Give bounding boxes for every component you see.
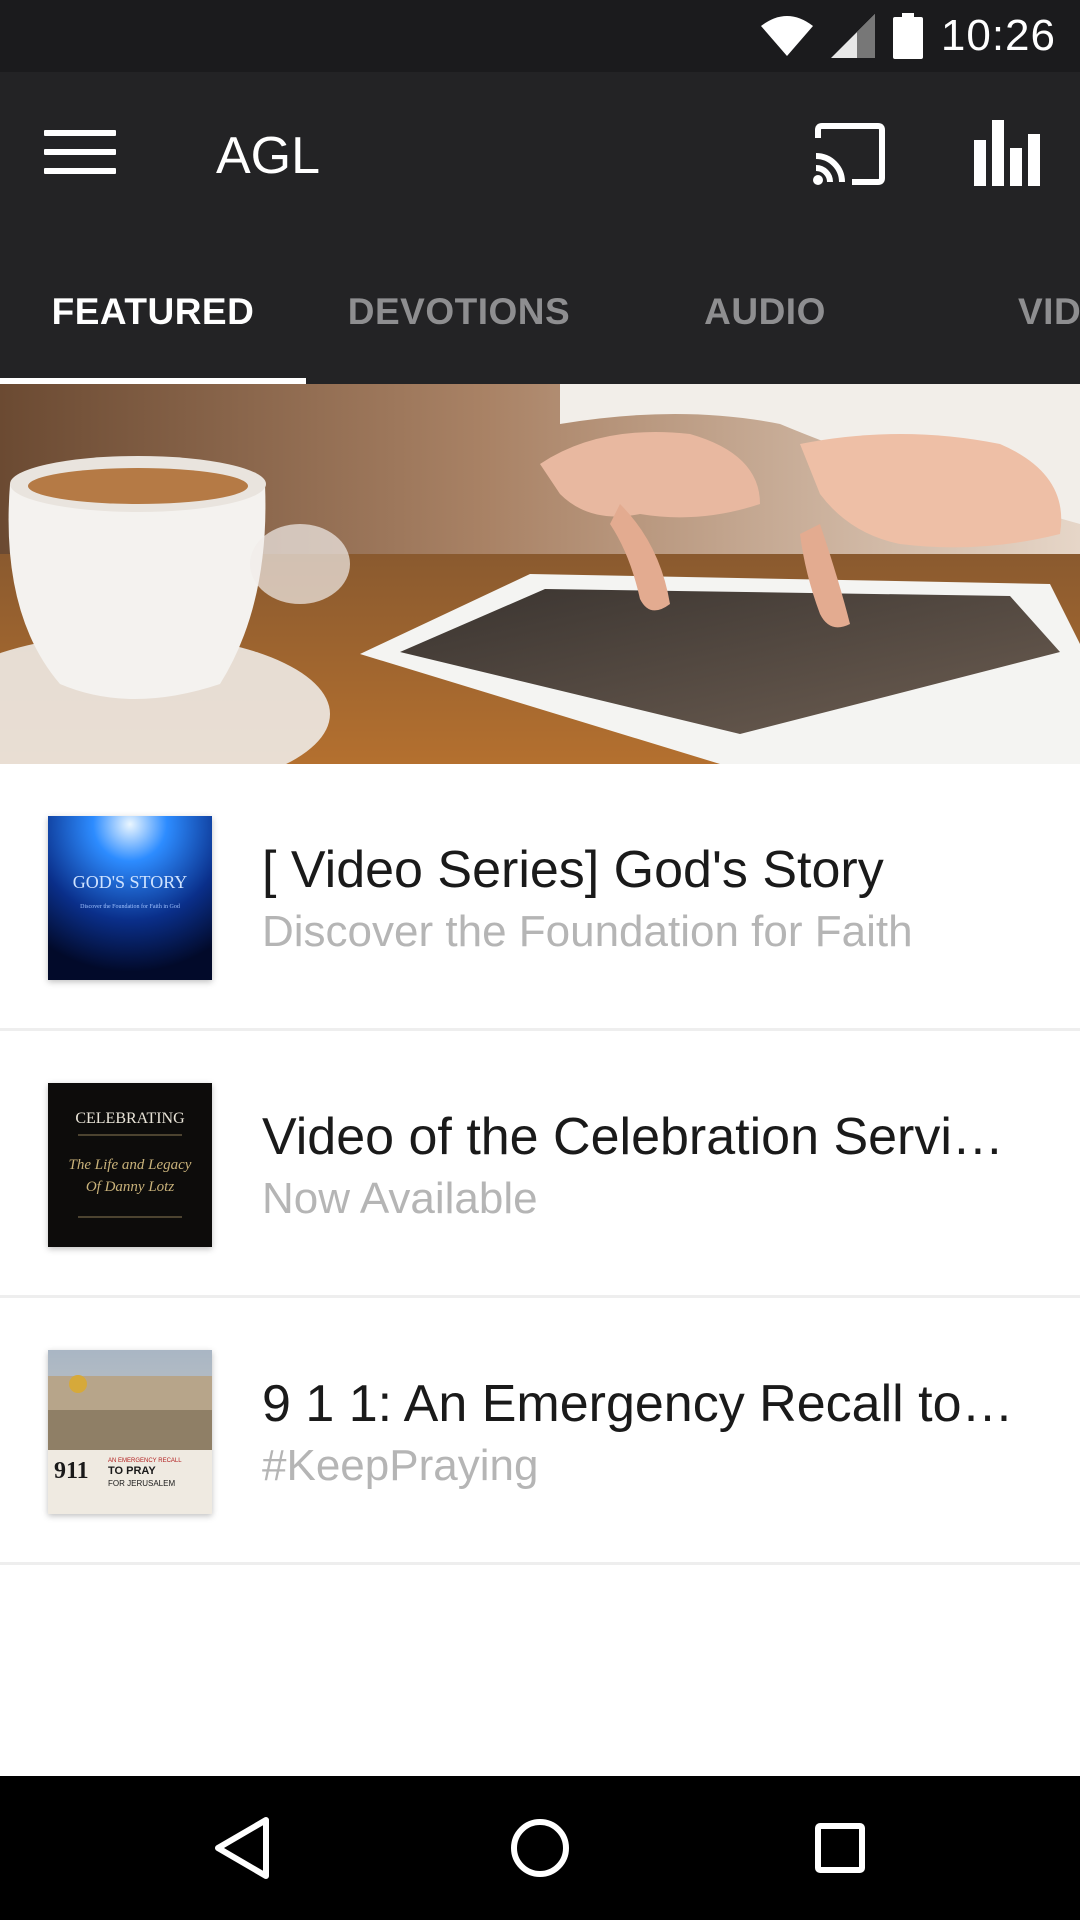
jerusalem-thumbnail: 911 AN EMERGENCY RECALL TO PRAY FOR JERU…	[48, 1350, 212, 1514]
featured-list: GOD'S STORY Discover the Foundation for …	[0, 764, 1080, 1565]
system-nav-bar	[0, 1776, 1080, 1920]
home-button[interactable]	[504, 1812, 576, 1884]
menu-button[interactable]	[44, 130, 116, 182]
thumb-line1: AN EMERGENCY RECALL	[108, 1458, 182, 1464]
app-bar: AGL	[0, 72, 1080, 240]
thumb-heading: GOD'S STORY	[73, 872, 187, 892]
back-button[interactable]	[206, 1812, 278, 1884]
tab-devotions[interactable]: DEVOTIONS	[306, 240, 612, 384]
list-item[interactable]: 911 AN EMERGENCY RECALL TO PRAY FOR JERU…	[0, 1298, 1080, 1565]
item-subtitle: Now Available	[262, 1174, 538, 1223]
cast-button[interactable]	[812, 122, 888, 186]
battery-icon	[892, 13, 923, 59]
thumb-heading: CELEBRATING	[75, 1110, 185, 1127]
recents-button[interactable]	[804, 1812, 876, 1884]
celebration-thumbnail: CELEBRATING The Life and Legacy Of Danny…	[48, 1083, 212, 1247]
back-icon	[215, 1817, 269, 1879]
thumb-line3: FOR JERUSALEM	[108, 1479, 175, 1488]
thumb-number: 911	[54, 1458, 89, 1484]
cell-signal-icon	[830, 14, 875, 58]
tab-audio[interactable]: AUDIO	[612, 240, 918, 384]
wifi-icon	[760, 16, 813, 56]
item-title: 9 1 1: An Emergency Recall to…	[262, 1375, 1014, 1433]
thumb-line2: TO PRAY	[108, 1465, 156, 1477]
list-item[interactable]: GOD'S STORY Discover the Foundation for …	[0, 764, 1080, 1031]
tab-video[interactable]: VIDEO	[1012, 240, 1080, 384]
status-icons: 10:26	[760, 0, 1056, 72]
cast-icon	[813, 123, 885, 185]
gods-story-thumbnail: GOD'S STORY Discover the Foundation for …	[48, 816, 212, 980]
item-title: Video of the Celebration Servi…	[262, 1108, 1004, 1166]
stats-button[interactable]	[972, 120, 1042, 186]
app-title: AGL	[216, 127, 321, 185]
home-icon	[511, 1819, 569, 1877]
stats-icon	[974, 120, 1040, 186]
thumb-caption: Discover the Foundation for Faith in God	[80, 903, 180, 910]
item-subtitle: #KeepPraying	[262, 1441, 539, 1490]
item-subtitle: Discover the Foundation for Faith	[262, 907, 913, 956]
tab-featured[interactable]: FEATURED	[0, 240, 306, 384]
tab-bar: FEATURED DEVOTIONS AUDIO VIDEO	[0, 240, 1080, 384]
thumb-line2: Of Danny Lotz	[86, 1179, 175, 1195]
clock: 10:26	[940, 11, 1056, 60]
featured-hero-image[interactable]	[0, 384, 1080, 764]
menu-icon	[44, 130, 116, 174]
hero-photo	[0, 384, 1080, 764]
item-title: [ Video Series] God's Story	[262, 841, 884, 899]
recents-icon	[815, 1823, 865, 1873]
list-item[interactable]: CELEBRATING The Life and Legacy Of Danny…	[0, 1031, 1080, 1298]
status-bar: 10:26	[0, 0, 1080, 72]
thumb-line1: The Life and Legacy	[69, 1157, 192, 1173]
